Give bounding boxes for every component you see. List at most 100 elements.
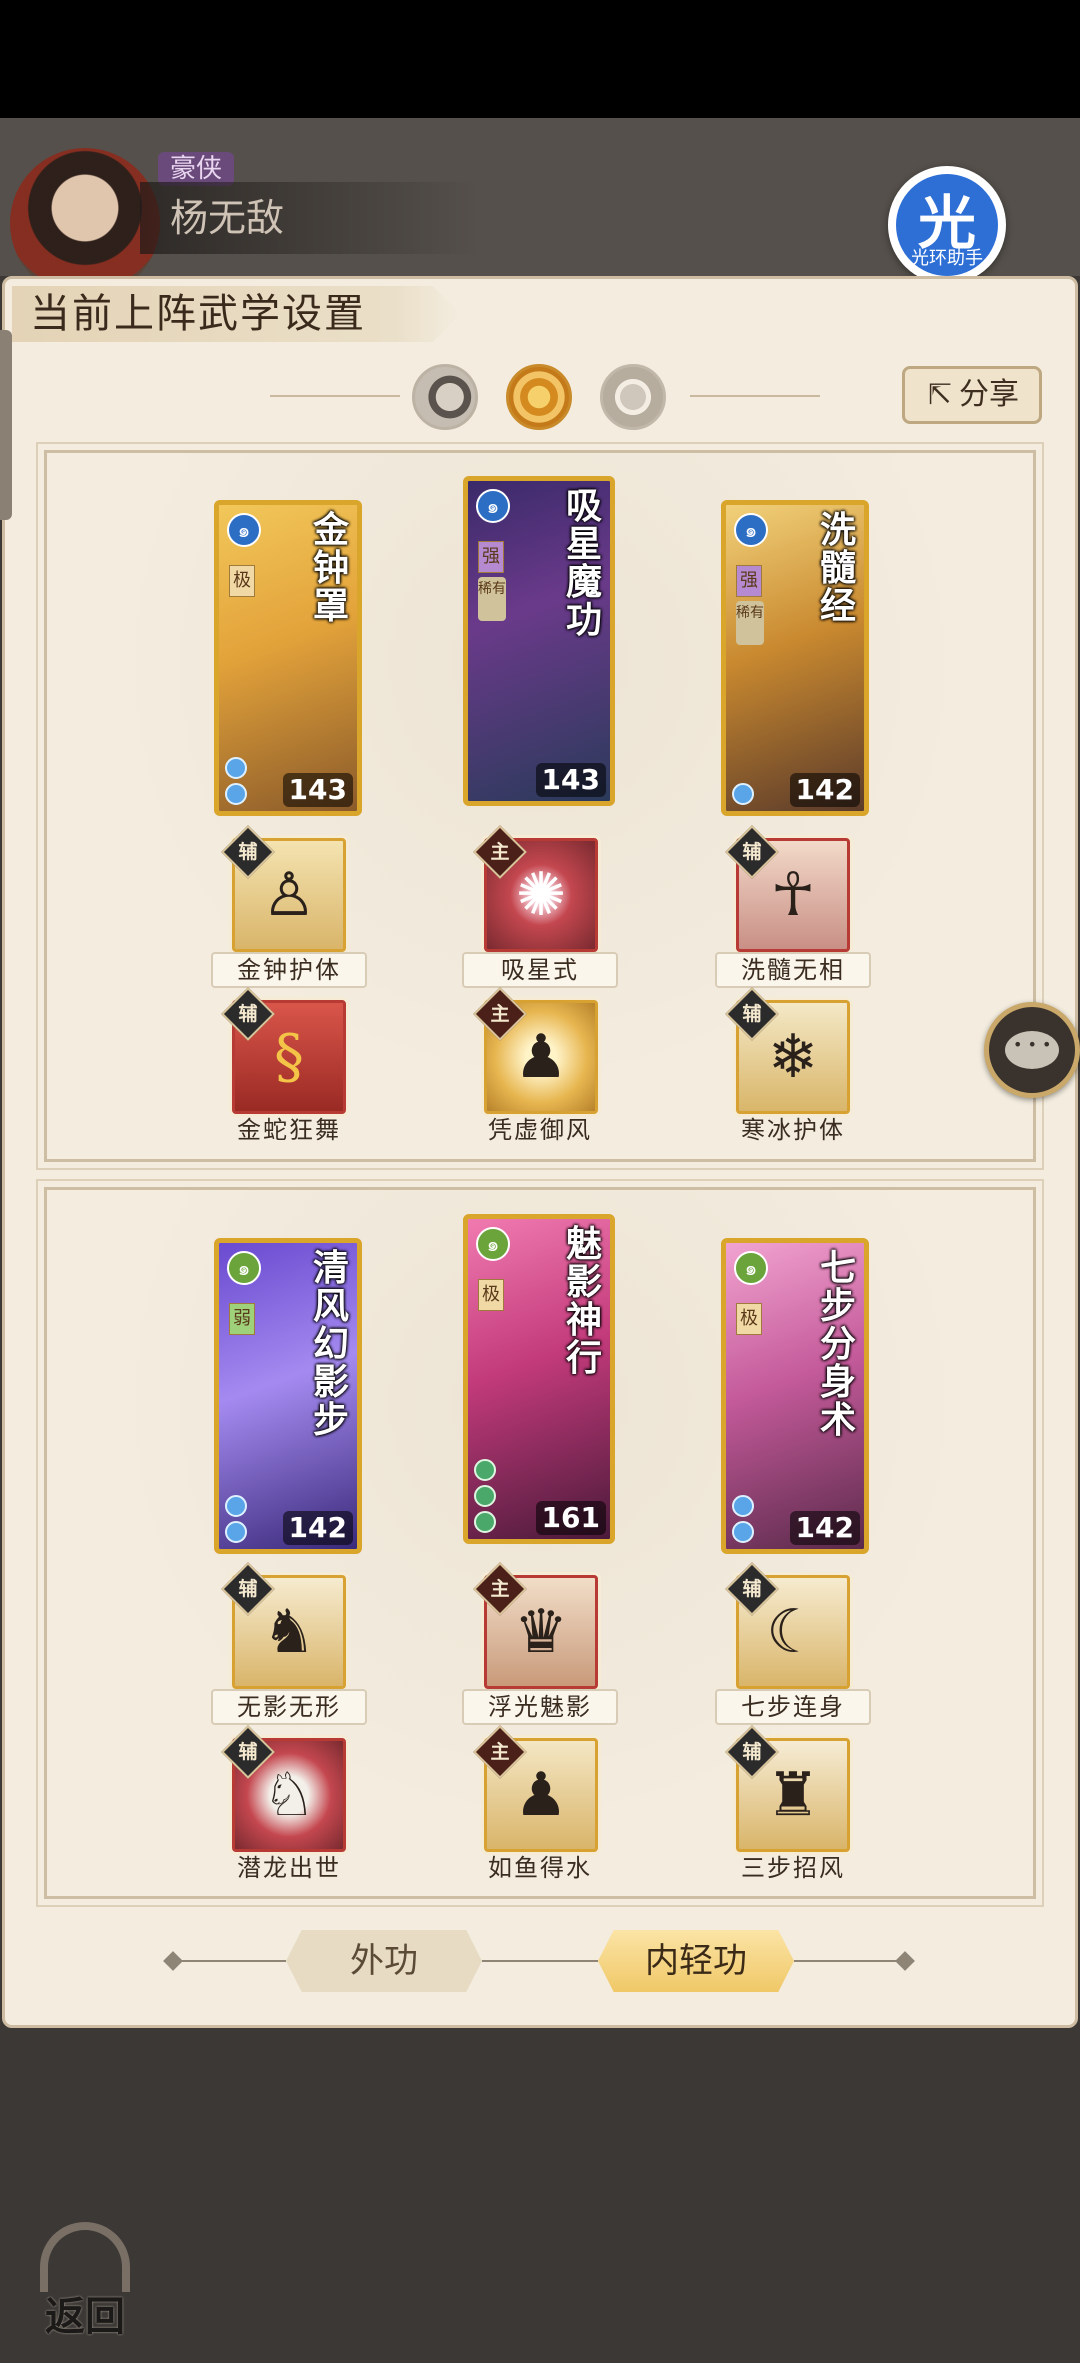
divider xyxy=(794,1960,906,1962)
vortex-icon: ✺ xyxy=(515,860,567,930)
skill-icon[interactable]: 主 ♟ xyxy=(473,1725,598,1852)
bell-icon: ♙ xyxy=(262,860,316,930)
water-element-icon: ๑ xyxy=(734,513,768,547)
water-element-icon: ๑ xyxy=(227,513,261,547)
card-power: 142 xyxy=(282,1511,353,1545)
divider xyxy=(482,1960,598,1962)
skill-label: 洗髓无相 xyxy=(715,952,871,988)
grade-badge: 弱 xyxy=(229,1303,255,1335)
chat-bubble-icon xyxy=(1005,1031,1059,1069)
grade-badge: 强 xyxy=(478,541,504,573)
skill-icon[interactable]: 辅 ♘ xyxy=(221,1725,346,1852)
back-button[interactable]: 返回 xyxy=(30,2222,140,2340)
skill-icon[interactable]: 主 ✺ xyxy=(473,825,598,952)
martial-card[interactable]: ๑ 极 金钟罩 143 xyxy=(214,500,362,816)
divider xyxy=(690,395,820,397)
rare-badge: 稀有 xyxy=(478,577,506,621)
skill-icon[interactable]: 辅 ☾ xyxy=(725,1562,850,1689)
wind-element-icon: ๑ xyxy=(476,1227,510,1261)
skill-icon[interactable]: 辅 ❄ xyxy=(725,987,850,1114)
card-name: 金钟罩 xyxy=(312,509,349,627)
card-power: 142 xyxy=(789,1511,860,1545)
card-name: 魅影神行 xyxy=(565,1223,602,1379)
divider xyxy=(270,395,400,397)
skill-icon[interactable]: 辅 ☥ xyxy=(725,825,850,952)
back-label: 返回 xyxy=(45,2293,125,2340)
grade-badge: 极 xyxy=(478,1279,504,1311)
dancer-icon: ♛ xyxy=(514,1597,568,1667)
skill-icon[interactable]: 辅 ♜ xyxy=(725,1725,850,1852)
scroll-handle[interactable] xyxy=(0,330,12,520)
wind-figure-icon: ♟ xyxy=(514,1022,568,1092)
skill-label: 凭虚御风 xyxy=(488,1116,592,1144)
divider xyxy=(174,1960,286,1962)
card-power: 161 xyxy=(535,1501,606,1535)
snake-icon: § xyxy=(274,1022,304,1092)
back-arrow-icon xyxy=(40,2222,130,2292)
skill-icon[interactable]: 主 ♟ xyxy=(473,987,598,1114)
share-icon: ⇱ xyxy=(927,377,953,412)
martial-card[interactable]: ๑ 弱 清风幻影步 142 xyxy=(214,1238,362,1554)
helper-button[interactable]: 光 光环助手 xyxy=(888,166,1006,284)
gem-icon xyxy=(225,783,247,805)
martial-card[interactable]: ๑ 极 魅影神行 161 xyxy=(463,1214,615,1544)
skill-label: 浮光魅影 xyxy=(462,1689,618,1725)
gem-icon xyxy=(225,757,247,779)
gem-stack xyxy=(732,1491,792,1543)
chat-button[interactable] xyxy=(984,1002,1080,1098)
card-name: 七步分身术 xyxy=(819,1247,856,1441)
fish-figure-icon: ♟ xyxy=(514,1760,568,1830)
rare-badge: 稀有 xyxy=(736,601,764,645)
card-name: 清风幻影步 xyxy=(312,1247,349,1441)
gem-icon xyxy=(474,1511,496,1533)
wind-element-icon: ๑ xyxy=(734,1251,768,1285)
martial-card[interactable]: ๑ 强 稀有 吸星魔功 143 xyxy=(463,476,615,806)
grade-badge: 极 xyxy=(736,1303,762,1335)
meditation-icon: ☥ xyxy=(770,860,816,930)
ice-guard-icon: ❄ xyxy=(767,1022,819,1092)
skill-icon[interactable]: 辅 § xyxy=(221,987,346,1114)
dragon-icon: ♘ xyxy=(262,1760,316,1830)
gem-icon xyxy=(225,1521,247,1543)
moon-phase-icon[interactable] xyxy=(412,364,478,430)
skill-icon[interactable]: 主 ♛ xyxy=(473,1562,598,1689)
helper-caption: 光环助手 xyxy=(911,248,983,269)
skill-label: 潜龙出世 xyxy=(237,1854,341,1882)
share-label: 分享 xyxy=(959,377,1019,412)
skill-label: 寒冰护体 xyxy=(741,1116,845,1144)
gem-icon xyxy=(732,1521,754,1543)
status-bar xyxy=(0,0,1080,118)
skill-label: 金蛇狂舞 xyxy=(237,1116,341,1144)
skill-label: 如鱼得水 xyxy=(488,1854,592,1882)
skill-icon[interactable]: 辅 ♙ xyxy=(221,825,346,952)
martial-card[interactable]: ๑ 极 七步分身术 142 xyxy=(721,1238,869,1554)
player-name: 杨无敌 xyxy=(140,182,480,254)
skill-icon[interactable]: 辅 ♞ xyxy=(221,1562,346,1689)
wind-step-icon: ♜ xyxy=(766,1760,820,1830)
sun-phase-icon[interactable] xyxy=(506,364,572,430)
gem-stack xyxy=(225,1491,285,1543)
shadow-fighter-icon: ♞ xyxy=(262,1597,316,1667)
gem-stack xyxy=(225,753,285,805)
grade-badge: 强 xyxy=(736,565,762,597)
martial-card[interactable]: ๑ 强 稀有 洗髓经 142 xyxy=(721,500,869,816)
gem-icon xyxy=(225,1495,247,1517)
wind-element-icon: ๑ xyxy=(227,1251,261,1285)
eclipse-phase-icon[interactable] xyxy=(600,364,666,430)
share-button[interactable]: ⇱ 分享 xyxy=(902,366,1042,424)
tab-outer-skills[interactable]: 外功 xyxy=(286,1930,482,1992)
gem-icon xyxy=(732,1495,754,1517)
card-power: 142 xyxy=(789,773,860,807)
rank-badge: 豪侠 xyxy=(158,152,235,186)
card-name: 洗髓经 xyxy=(819,509,856,627)
gem-icon xyxy=(732,783,754,805)
skill-label: 吸星式 xyxy=(462,952,618,988)
gem-icon xyxy=(474,1485,496,1507)
skill-label: 三步招风 xyxy=(741,1854,845,1882)
card-name: 吸星魔功 xyxy=(565,485,602,641)
tab-inner-skills[interactable]: 内轻功 xyxy=(598,1930,794,1992)
card-power: 143 xyxy=(282,773,353,807)
skill-label: 无影无形 xyxy=(211,1689,367,1725)
card-power: 143 xyxy=(535,763,606,797)
gem-stack xyxy=(732,779,792,805)
